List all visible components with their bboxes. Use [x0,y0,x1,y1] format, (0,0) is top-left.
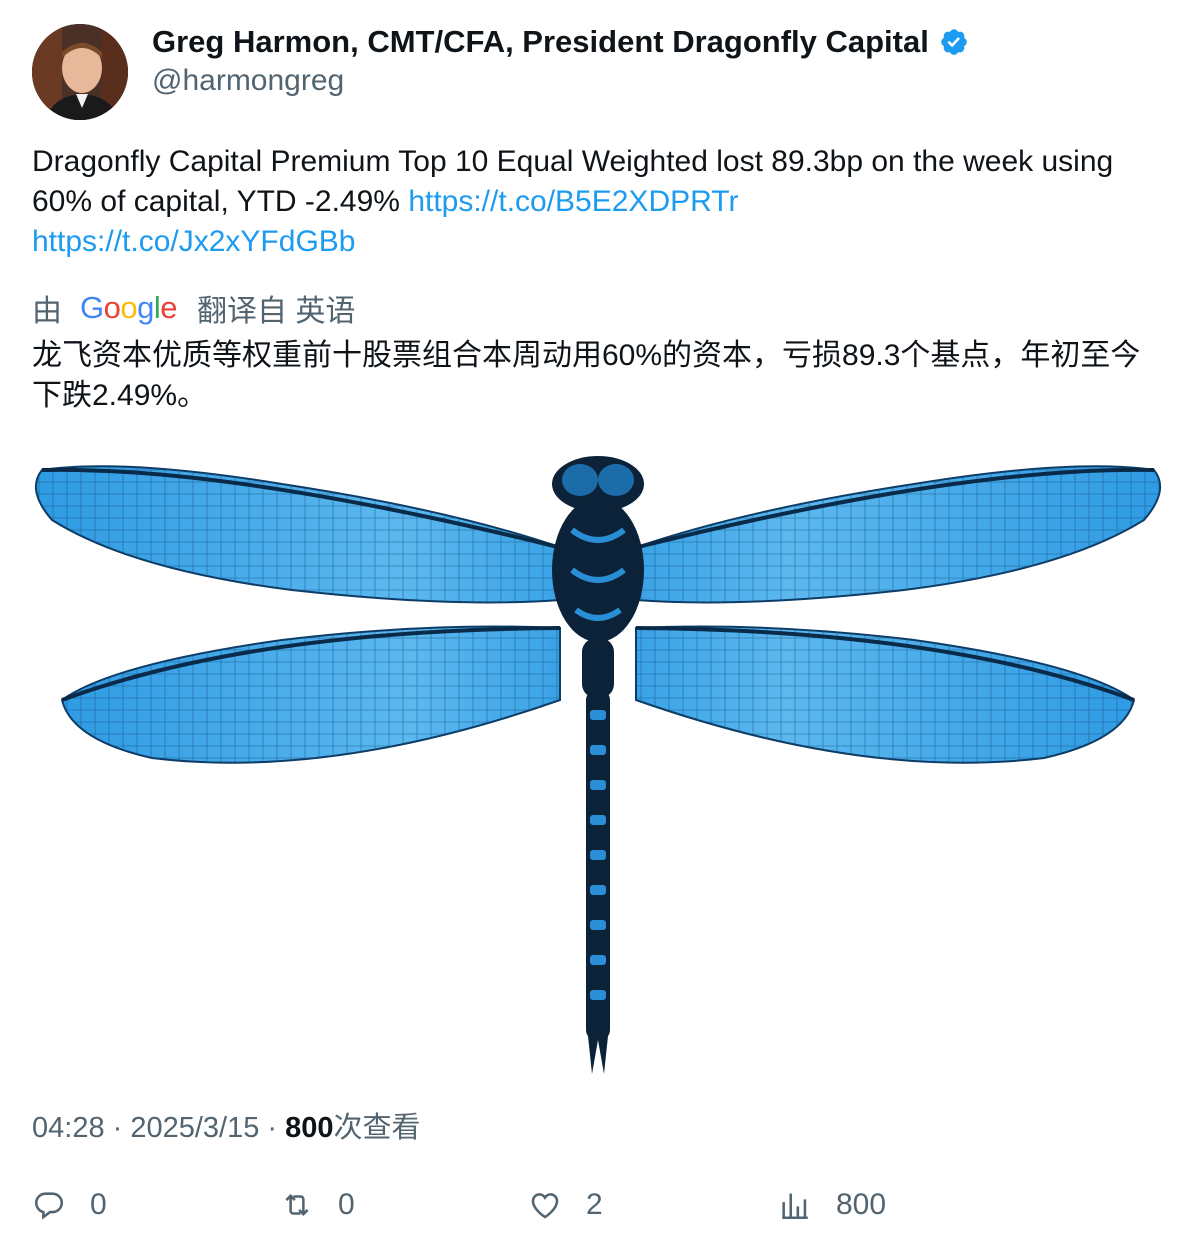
reply-button[interactable]: 0 [32,1188,107,1222]
like-button[interactable]: 2 [528,1188,603,1222]
tweet-media-image[interactable] [32,440,1164,1080]
retweet-button[interactable]: 0 [280,1188,355,1222]
google-logo: Google [80,290,178,325]
meta-separator: · [104,1112,131,1144]
views-button[interactable]: 800 [778,1188,886,1222]
tweet-link-1[interactable]: https://t.co/B5E2XDPRTr [408,185,738,218]
verified-badge-icon [941,29,967,55]
views-count: 800 [285,1112,334,1144]
author-name-text: Greg Harmon, CMT/CFA, President Dragonfl… [152,24,929,59]
tweet-time[interactable]: 04:28 [32,1112,105,1144]
like-count: 2 [586,1188,603,1221]
translation-prefix: 由 [32,295,62,328]
translation-suffix: 翻译自 英语 [197,295,356,328]
translation-attribution: 由 Google 翻译自 英语 [32,286,355,330]
retweet-count: 0 [338,1188,355,1221]
author-avatar[interactable] [32,24,128,120]
tweet-link-2[interactable]: https://t.co/Jx2xYFdGBb [32,225,355,258]
author-name[interactable]: Greg Harmon, CMT/CFA, President Dragonfl… [152,24,969,60]
views-action-count: 800 [836,1188,887,1221]
views-label: 次查看 [333,1112,421,1144]
tweet-meta: 04:28 · 2025/3/15 · 800次查看 [32,1104,421,1146]
tweet-date[interactable]: 2025/3/15 [130,1112,259,1144]
avatar-image [32,24,128,120]
tweet-text: Dragonfly Capital Premium Top 10 Equal W… [32,142,1162,262]
meta-separator-2: · [259,1112,286,1144]
dragonfly-illustration [34,456,1162,1074]
reply-count: 0 [90,1188,107,1221]
reply-icon [34,1192,64,1220]
author-handle[interactable]: @harmongreg [152,64,344,98]
analytics-icon [782,1193,808,1220]
action-bar: 0 0 2 800 [32,1188,1164,1238]
retweet-icon [285,1193,309,1217]
translated-text: 龙飞资本优质等权重前十股票组合本周动用60%的资本，亏损89.3个基点，年初至今… [32,339,1141,412]
heart-icon [531,1193,559,1219]
